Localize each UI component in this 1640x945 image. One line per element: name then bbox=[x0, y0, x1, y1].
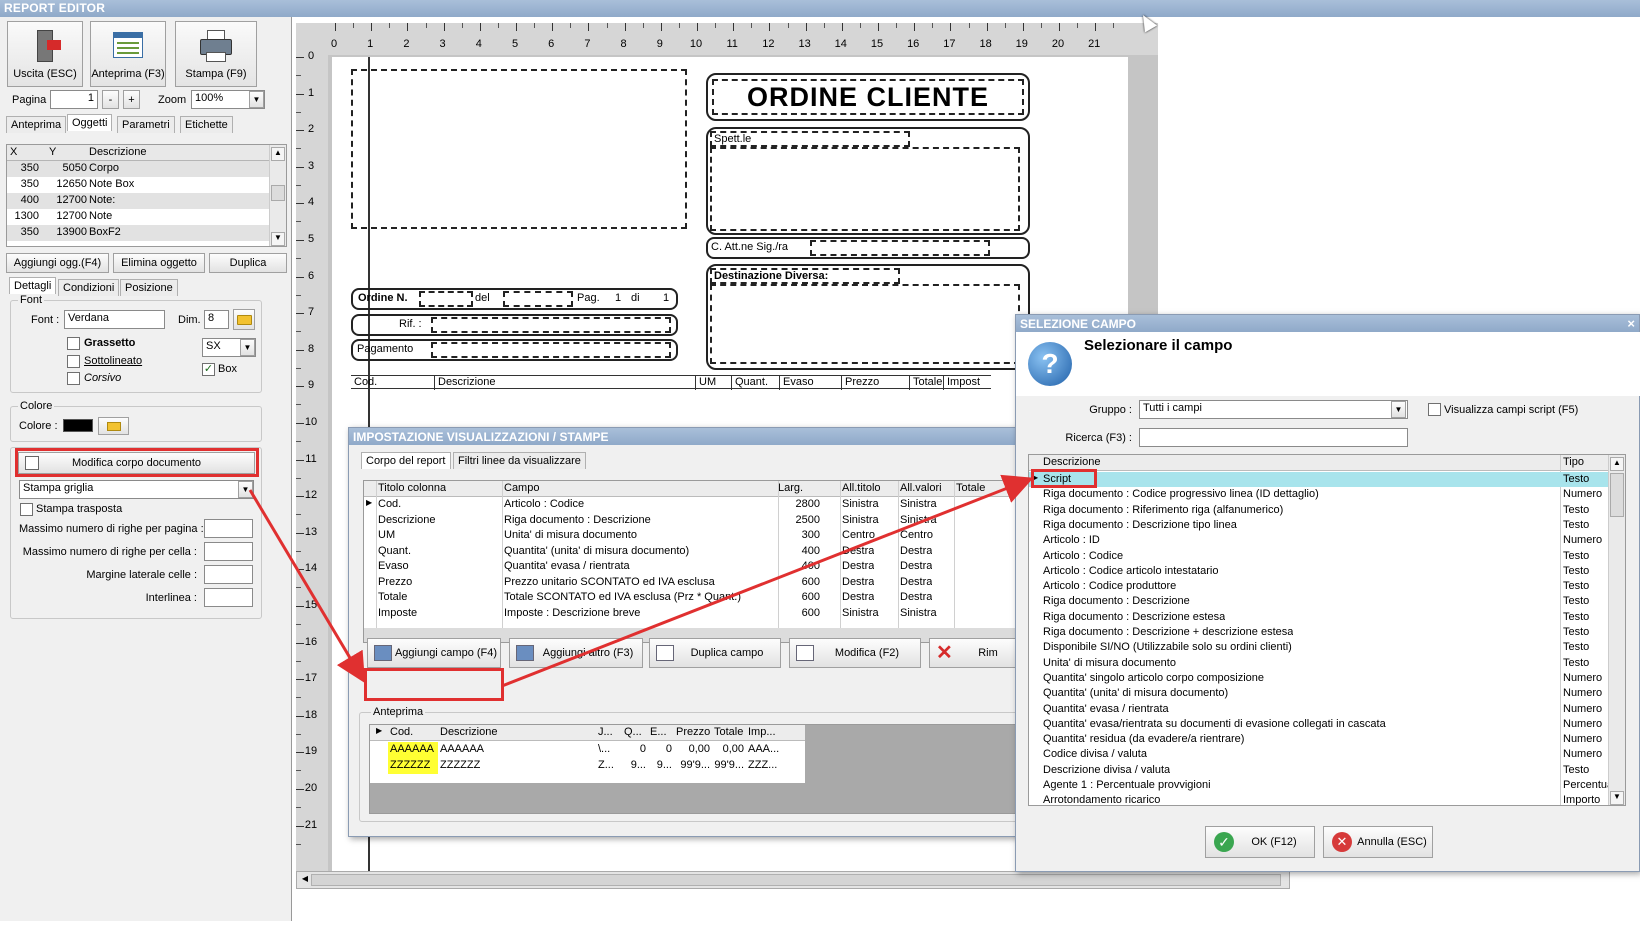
arrow-add-to-script bbox=[501, 474, 1034, 688]
annotation-arrows bbox=[248, 474, 1034, 688]
arrow-modify-to-add bbox=[248, 489, 366, 684]
